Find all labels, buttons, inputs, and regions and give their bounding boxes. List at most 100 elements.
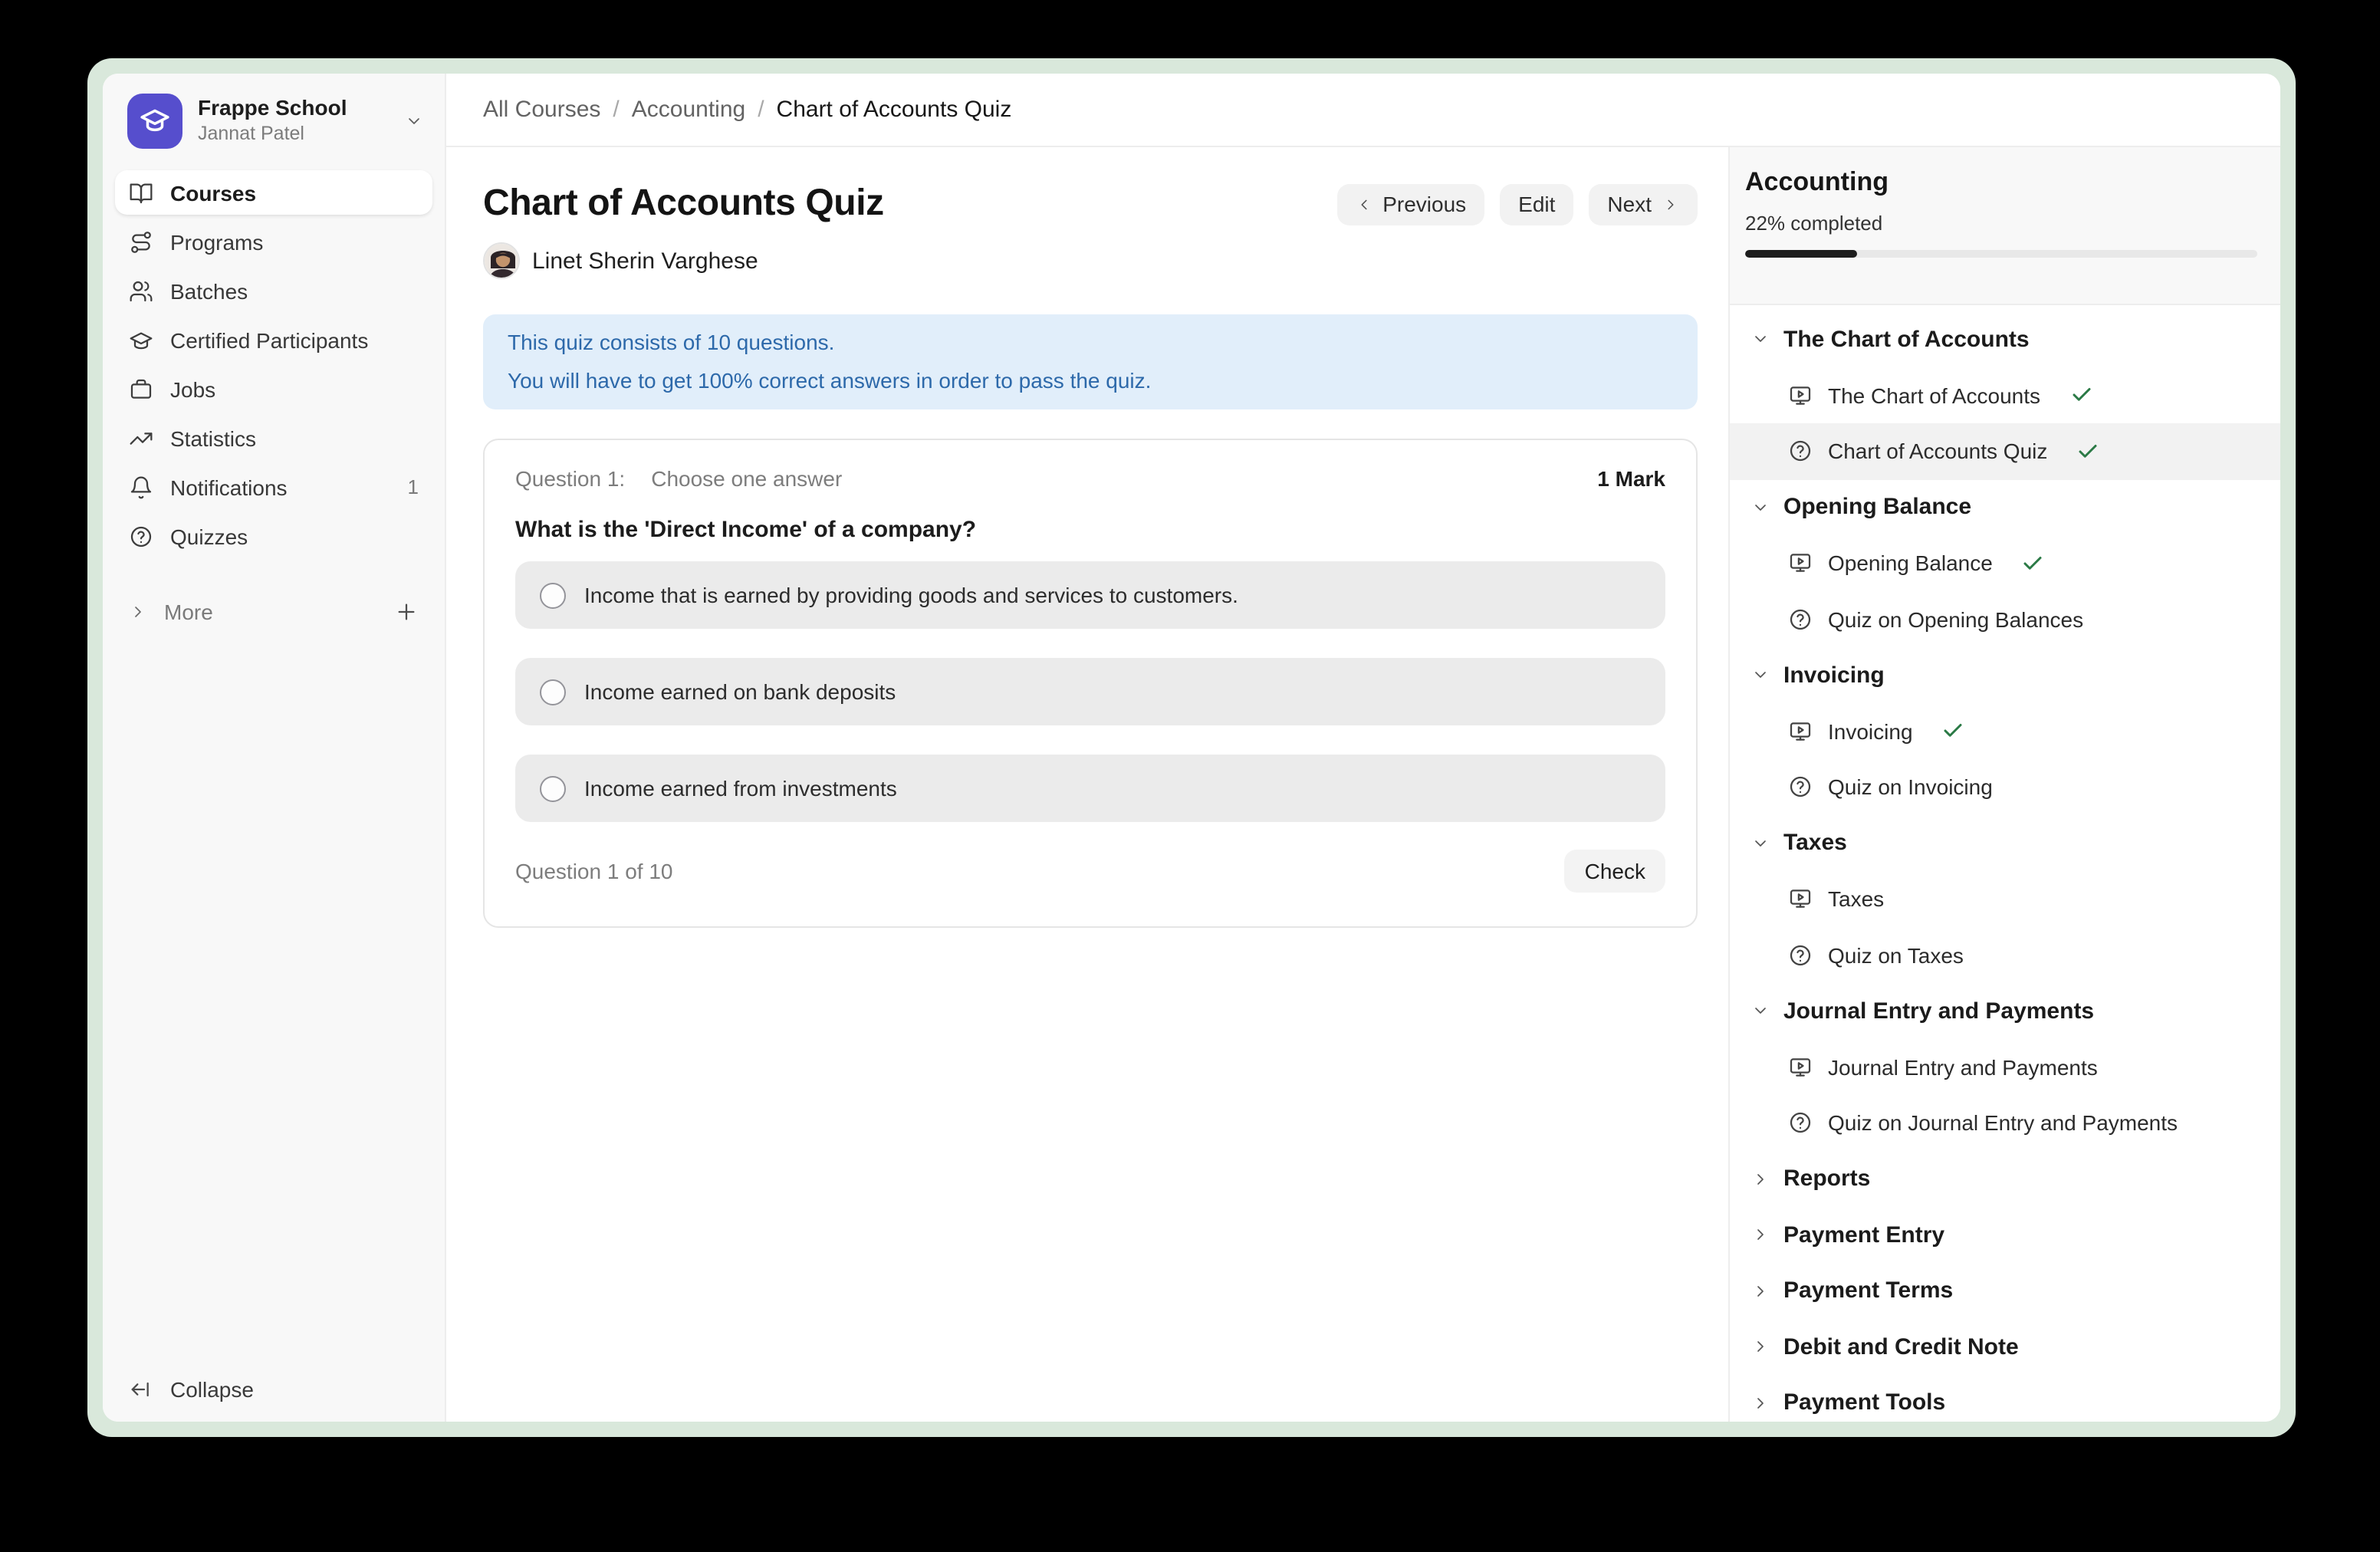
notification-count-badge: 1 [408, 475, 419, 498]
outline-section-the-chart-of-accounts[interactable]: The Chart of Accounts [1730, 311, 2280, 367]
chevron-right-icon [129, 602, 147, 620]
breadcrumb-item-all-courses[interactable]: All Courses [483, 97, 600, 123]
next-label: Next [1607, 192, 1652, 216]
outline-item-label: Taxes [1828, 887, 1884, 912]
lesson-icon [1788, 551, 1813, 576]
course-progress-header: Accounting 22% completed [1730, 147, 2280, 305]
sidebar-item-certified-participants[interactable]: Certified Participants [115, 317, 432, 362]
banner-line-2: You will have to get 100% correct answer… [508, 362, 1673, 399]
outline-section-opening-balance[interactable]: Opening Balance [1730, 479, 2280, 535]
outline-section-taxes[interactable]: Taxes [1730, 815, 2280, 871]
author-name: Linet Sherin Varghese [532, 248, 758, 274]
outline-item-quiz-on-invoicing[interactable]: Quiz on Invoicing [1730, 759, 2280, 815]
sidebar-item-quizzes[interactable]: Quizzes [115, 514, 432, 558]
sidebar-item-notifications[interactable]: Notifications 1 [115, 465, 432, 509]
lesson-icon [1788, 1055, 1813, 1080]
answer-option-3[interactable]: Income earned from investments [515, 755, 1665, 822]
outline-item-label: Quiz on Opening Balances [1828, 607, 2083, 632]
outline-section-invoicing[interactable]: Invoicing [1730, 647, 2280, 703]
sidebar-item-label: Quizzes [170, 524, 248, 548]
chevron-right-icon [1662, 196, 1679, 212]
workspace-switcher[interactable]: Frappe School Jannat Patel [103, 74, 445, 167]
sidebar-item-programs[interactable]: Programs [115, 219, 432, 264]
breadcrumb-item-chart-of-accounts-quiz: Chart of Accounts Quiz [777, 97, 1012, 123]
completed-check-icon [2022, 552, 2045, 575]
answer-option-2[interactable]: Income earned on bank deposits [515, 658, 1665, 725]
sidebar-item-label: Programs [170, 229, 263, 254]
collapse-label: Collapse [170, 1376, 254, 1401]
content-row: Chart of Accounts Quiz Previous Edit [446, 147, 2280, 1422]
quiz-icon [1788, 607, 1813, 632]
chevron-right-icon [1751, 1282, 1770, 1300]
outline-item-label: Quiz on Journal Entry and Payments [1828, 1111, 2178, 1136]
sidebar-item-courses[interactable]: Courses [115, 170, 432, 215]
outline-item-quiz-on-taxes[interactable]: Quiz on Taxes [1730, 927, 2280, 983]
previous-button[interactable]: Previous [1336, 183, 1484, 225]
outline-item-the-chart-of-accounts[interactable]: The Chart of Accounts [1730, 367, 2280, 423]
content-wrap: All Courses / Accounting / Chart of Accounts… [446, 74, 2280, 1422]
radio-button[interactable] [540, 582, 566, 608]
frappe-school-logo [127, 94, 182, 149]
outline-item-opening-balance[interactable]: Opening Balance [1730, 535, 2280, 591]
outline-section-payment-terms[interactable]: Payment Terms [1730, 1263, 2280, 1319]
outline-section-payment-tools[interactable]: Payment Tools [1730, 1375, 2280, 1422]
outline-item-chart-of-accounts-quiz[interactable]: Chart of Accounts Quiz [1730, 423, 2280, 479]
workspace-info: Frappe School Jannat Patel [198, 96, 347, 146]
edit-button[interactable]: Edit [1500, 183, 1573, 225]
breadcrumb-item-accounting[interactable]: Accounting [632, 97, 745, 123]
progress-bar-fill [1745, 250, 1858, 258]
sidebar-item-jobs[interactable]: Jobs [115, 367, 432, 411]
outline-section-payment-entry[interactable]: Payment Entry [1730, 1207, 2280, 1263]
outline-item-invoicing[interactable]: Invoicing [1730, 703, 2280, 759]
outline-item-label: Journal Entry and Payments [1828, 1055, 2098, 1080]
banner-line-1: This quiz consists of 10 questions. [508, 324, 1673, 360]
course-title: Accounting [1745, 167, 2257, 198]
collapse-arrow-icon [129, 1376, 153, 1401]
next-button[interactable]: Next [1589, 183, 1698, 225]
outline-section-title: Taxes [1783, 830, 1847, 857]
screen: Frappe School Jannat Patel Courses Progra… [0, 0, 2380, 1552]
outline-section-title: Journal Entry and Payments [1783, 998, 2094, 1024]
sidebar-item-label: Jobs [170, 376, 215, 401]
answer-option-label: Income earned from investments [584, 776, 897, 801]
question-header: Question 1: Choose one answer 1 Mark [515, 466, 1665, 491]
radio-button[interactable] [540, 775, 566, 801]
sidebar-item-batches[interactable]: Batches [115, 268, 432, 313]
outline-item-quiz-on-opening-balances[interactable]: Quiz on Opening Balances [1730, 591, 2280, 647]
progress-bar [1745, 250, 2257, 258]
outline-section-title: Debit and Credit Note [1783, 1334, 2019, 1360]
sidebar-item-statistics[interactable]: Statistics [115, 416, 432, 460]
outline-item-label: Quiz on Invoicing [1828, 775, 1993, 800]
bell-icon [129, 475, 153, 499]
edit-label: Edit [1518, 192, 1555, 216]
chevron-down-icon [405, 112, 423, 130]
answer-option-label: Income that is earned by providing goods… [584, 583, 1238, 607]
radio-button[interactable] [540, 679, 566, 705]
question-card: Question 1: Choose one answer 1 Mark Wha… [483, 439, 1698, 928]
page-title: Chart of Accounts Quiz [483, 182, 884, 225]
check-button[interactable]: Check [1565, 850, 1665, 893]
breadcrumb-separator: / [613, 97, 619, 123]
collapse-sidebar-button[interactable]: Collapse [115, 1366, 432, 1411]
outline-section-reports[interactable]: Reports [1730, 1151, 2280, 1207]
chevron-right-icon [1751, 1338, 1770, 1356]
sidebar-menu: Courses Programs BatchesCertified Particip… [103, 167, 445, 563]
options-list: Income that is earned by providing goods… [515, 561, 1665, 822]
outline-item-quiz-on-journal-entry-and-payments[interactable]: Quiz on Journal Entry and Payments [1730, 1095, 2280, 1151]
quiz-icon [1788, 943, 1813, 968]
trending-up-icon [129, 426, 153, 450]
quiz-info-banner: This quiz consists of 10 questions. You … [483, 314, 1698, 409]
sidebar-item-label: Notifications [170, 475, 288, 499]
answer-option-1[interactable]: Income that is earned by providing goods… [515, 561, 1665, 629]
outline-item-taxes[interactable]: Taxes [1730, 871, 2280, 927]
outline-section-journal-entry-and-payments[interactable]: Journal Entry and Payments [1730, 983, 2280, 1039]
quiz-icon [1788, 439, 1813, 464]
chevron-down-icon [1751, 666, 1770, 685]
plus-icon[interactable] [394, 599, 419, 623]
more-label: More [164, 599, 213, 623]
outline-section-debit-and-credit-note[interactable]: Debit and Credit Note [1730, 1319, 2280, 1375]
sidebar-item-more[interactable]: More [103, 589, 445, 633]
breadcrumb-separator: / [758, 97, 764, 123]
workspace-title: Frappe School [198, 96, 347, 123]
outline-item-journal-entry-and-payments[interactable]: Journal Entry and Payments [1730, 1039, 2280, 1095]
